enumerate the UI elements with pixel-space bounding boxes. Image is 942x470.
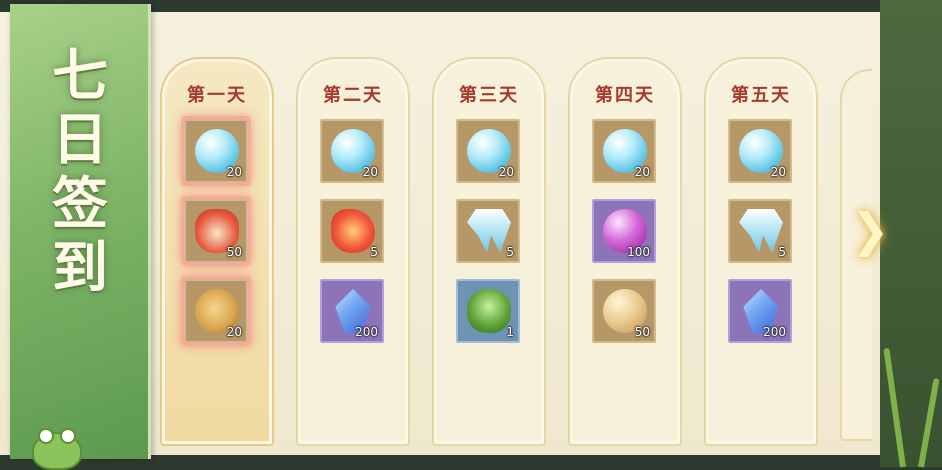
day-column-3: 第三天 20 5 1: [432, 57, 546, 446]
reward-slot[interactable]: 200: [320, 279, 384, 343]
reward-slot[interactable]: 5: [456, 199, 520, 263]
chevron-right-icon: ❯: [850, 203, 890, 257]
reward-slot[interactable]: 50: [592, 279, 656, 343]
reward-quantity: 200: [355, 325, 378, 339]
reward-quantity: 20: [362, 165, 378, 179]
reward-slot[interactable]: 5: [728, 199, 792, 263]
day-column-5: 第五天 20 5 200: [704, 57, 818, 446]
reward-quantity: 20: [634, 165, 650, 179]
reward-quantity: 20: [498, 165, 514, 179]
reward-slot[interactable]: 20: [728, 119, 792, 183]
reward-quantity: 20: [770, 165, 786, 179]
title-char: 签: [52, 171, 108, 237]
reward-quantity: 50: [634, 325, 650, 339]
reward-quantity: 200: [763, 325, 786, 339]
reward-slot[interactable]: 100: [592, 199, 656, 263]
day-column-4: 第四天 20 100 50: [568, 57, 682, 446]
grass-decoration: [883, 347, 906, 468]
reward-quantity: 5: [778, 245, 786, 259]
event-title: 七 日 签 到: [40, 44, 120, 300]
frog-mascot-icon: [32, 428, 82, 470]
reward-slot[interactable]: 200: [728, 279, 792, 343]
day-label: 第一天: [187, 85, 247, 106]
day-label: 第四天: [595, 85, 655, 106]
title-char: 到: [52, 235, 108, 301]
day-column-1: 第一天 20 50 20: [160, 57, 274, 446]
reward-quantity: 50: [226, 245, 242, 259]
reward-slot[interactable]: 20: [456, 119, 520, 183]
reward-quantity: 20: [226, 165, 242, 179]
ice-jellyfish-icon: [739, 209, 783, 253]
grass-decoration: [918, 377, 940, 468]
next-arrow-button[interactable]: ❯: [850, 200, 890, 260]
title-banner: 七 日 签 到: [10, 4, 151, 470]
reward-slot[interactable]: 20: [184, 119, 248, 183]
day-column-2: 第二天 20 5 200: [296, 57, 410, 446]
title-char: 日: [52, 107, 108, 173]
reward-quantity: 100: [627, 245, 650, 259]
fire-bird-icon: [331, 209, 375, 253]
reward-slot[interactable]: 1: [456, 279, 520, 343]
day-label: 第五天: [731, 85, 791, 106]
ice-jellyfish-icon: [467, 209, 511, 253]
reward-slot[interactable]: 20: [184, 279, 248, 343]
reward-slot[interactable]: 5: [320, 199, 384, 263]
reward-quantity: 5: [370, 245, 378, 259]
reward-slot[interactable]: 20: [592, 119, 656, 183]
day-label: 第二天: [323, 85, 383, 106]
reward-slot[interactable]: 20: [320, 119, 384, 183]
day-label: 第三天: [459, 85, 519, 106]
title-char: 七: [52, 43, 108, 109]
reward-slot[interactable]: 50: [184, 199, 248, 263]
reward-quantity: 5: [506, 245, 514, 259]
herb-bundle-icon: [467, 289, 511, 333]
reward-quantity: 1: [506, 325, 514, 339]
reward-quantity: 20: [226, 325, 242, 339]
